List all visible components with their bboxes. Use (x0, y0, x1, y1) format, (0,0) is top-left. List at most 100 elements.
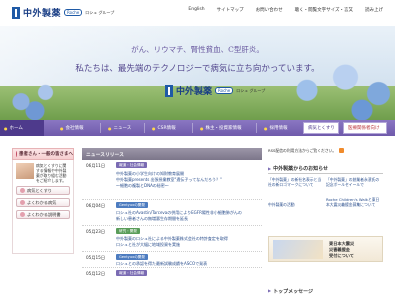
patients-sidebar: 患者さん・一般の皆さまへ 病気とくすりに関する情報や中外製薬が取り組む活動をご紹… (12, 148, 74, 254)
heart-icon (16, 151, 17, 157)
hero-roche-badge: Roche (215, 87, 234, 94)
disease-medicine-link[interactable]: 病気とくすり (16, 186, 70, 195)
company-name: 中外製薬 (23, 9, 62, 19)
news-link[interactable]: 中外製薬の小学生向けの知財教育展開 (116, 171, 184, 176)
announcements-list: 「中外製薬」の新社名表示と当社の新ロゴマークについて 中外製薬の活動 「中外製薬… (268, 174, 383, 232)
news-date: 05月12日 (86, 271, 106, 276)
nav-label: CSR情報 (157, 126, 176, 131)
news-category-badge: 報道・社会情報 (116, 270, 148, 276)
announcements-heading: ▶ 中外製薬からのお知らせ (268, 164, 383, 174)
news-category-badge: 研究・開発 (116, 228, 140, 234)
news-link[interactable]: 中外製薬のロシュ社による中外製薬株式会社の特許査定を取得 (116, 236, 228, 241)
nav-recruit[interactable]: ● 採用情報 (260, 120, 300, 136)
news-category-badge: Gentyuxの開発 (116, 202, 148, 208)
patients-body: 病気とくすりに関する情報や中外製薬が取り組む活動をご紹介します。 病気とくすり … (12, 160, 74, 254)
nav-divider (256, 123, 257, 133)
hero-banner: がん、リウマチ、腎性貧血、C型肝炎。 私たちは、最先端のテクノロジーで病気に立ち… (0, 26, 395, 120)
bullet-icon: ● (4, 125, 8, 131)
rss-icon (339, 148, 345, 153)
hero-subheadline: 私たちは、最先端のテクノロジーで病気に立ち向かっています。 (75, 64, 320, 74)
news-item: 06月04日 Gentyuxの開発 ロシュ社のAvastin/Tarcevaの併… (82, 200, 262, 226)
link-accessibility[interactable]: 聴く・閲覧文字サイズ・言又 (295, 7, 353, 13)
news-releases: ニュースリリース 06月11日 報道・社会情報 中外製薬の小学生向けの知財教育展… (82, 148, 262, 280)
news-link[interactable]: 新しい患者さんの無増悪生存期間を延長 (116, 216, 188, 221)
news-link[interactable]: 中外製薬presents 出張授業教室"遺伝子ってなんだろう？" (116, 177, 222, 182)
button-label: よくわかる説明書 (27, 211, 61, 217)
nav-news[interactable]: ● ニュース (104, 120, 144, 136)
nav-label: ホーム (9, 126, 23, 131)
news-item: 06月11日 報道・社会情報 中外製薬の小学生向けの知財教育展開 中外製薬pre… (82, 160, 262, 200)
top-header: 中外製薬 Roche ロシュ グループ English サイトマップ お問い合わ… (0, 0, 395, 26)
understand-disease-link[interactable]: よくわかる病気 (16, 198, 70, 207)
top-message-heading[interactable]: ▶ トップメッセージ (268, 288, 313, 295)
bullet-icon: ● (60, 125, 64, 131)
announcement-link[interactable]: 「中外製薬」の新社名表示と当社の新ロゴマークについて (268, 177, 322, 187)
news-link[interactable]: ～細胞の複製とDNAの秘密～ (116, 183, 169, 188)
nav-company[interactable]: ● 会社情報 (56, 120, 100, 136)
nav-divider (144, 123, 145, 133)
rss-text: RSS配信の利用方法からご覧ください。 (268, 148, 337, 153)
news-item: 05月15日 Gentyuxの開発 ロシュとの承認を得た最新試験成績をASCOで… (82, 252, 262, 268)
hero-group-label: ロシュ グループ (236, 87, 266, 93)
nav-divider (100, 123, 101, 133)
announcement-link[interactable]: 「中外製薬」の創業者永濱氏の記念ボールセイールで (326, 177, 382, 187)
news-date: 05月23日 (86, 229, 106, 234)
news-date: 06月11日 (86, 163, 106, 168)
link-read-aloud[interactable]: 読み上げ (365, 7, 383, 13)
announcements-title: 中外製薬からのお知らせ (273, 166, 328, 172)
nav-csr[interactable]: ● CSR情報 (148, 120, 192, 136)
banner-line: 受付について (329, 253, 354, 258)
patients-header: 患者さん・一般の皆さまへ (12, 148, 74, 160)
nav-label: 会社情報 (65, 126, 84, 131)
nav-home[interactable]: ● ホーム (0, 120, 44, 136)
link-contact[interactable]: お問い合わせ (256, 7, 283, 13)
document-icon (20, 212, 25, 217)
news-link[interactable]: ロシュ社のAvastin/Tarcevaの併用によりEGFR陽性非小細胞肺がんの (116, 210, 242, 215)
news-item: 05月12日 報道・社会情報 (82, 268, 262, 280)
medical-professionals-button[interactable]: 医療関係者向け (343, 122, 387, 134)
bullet-icon: ● (152, 125, 156, 131)
nav-label: ニュース (113, 126, 132, 131)
chugai-logo-icon (12, 6, 20, 19)
bullet-icon: ● (108, 125, 112, 131)
link-sitemap[interactable]: サイトマップ (217, 7, 244, 13)
news-category-badge: Gentyuxの開発 (116, 254, 148, 260)
hero-logo: 中外製薬 Roche ロシュ グループ (165, 84, 265, 97)
roche-group-label: ロシュ グループ (85, 9, 115, 15)
hero-company-name: 中外製薬 (176, 87, 213, 97)
announcement-link[interactable]: 中外製薬の活動 (268, 202, 322, 207)
triangle-bullet-icon: ▶ (268, 166, 272, 171)
triangle-bullet-icon: ▶ (268, 288, 272, 293)
right-sidebar: RSS配信の利用方法からご覧ください。 ▶ 中外製薬からのお知らせ 「中外製薬」… (268, 148, 383, 295)
pill-icon (20, 188, 25, 193)
hydrangea-left-image (0, 74, 70, 120)
patients-photo (16, 163, 34, 179)
announcement-link[interactable]: Roche Children's Walkと東日本大震災義援金募集について (326, 197, 382, 207)
instructions-link[interactable]: よくわかる説明書 (16, 210, 70, 219)
news-date: 06月04日 (86, 203, 106, 208)
nav-label: 採用情報 (269, 126, 288, 131)
disease-medicine-button[interactable]: 病気とくすり (303, 122, 339, 134)
chugai-logo-icon (165, 84, 173, 97)
hero-headline: がん、リウマチ、腎性貧血、C型肝炎。 (131, 45, 264, 54)
link-english[interactable]: English (188, 7, 204, 13)
main-navigation: ● ホーム ● 会社情報 ● ニュース ● CSR情報 ● 株主・投資家情報 ●… (0, 120, 395, 136)
patients-title: 患者さん・一般の皆さまへ (19, 152, 73, 157)
news-date: 05月15日 (86, 255, 106, 260)
news-item: 05月23日 研究・開発 中外製薬のロシュ社による中外製薬株式会社の特許査定を取… (82, 226, 262, 252)
news-link[interactable]: ロシュと社が大幅に地域投資を実施 (116, 242, 180, 247)
book-icon (20, 200, 25, 205)
company-logo[interactable]: 中外製薬 Roche ロシュ グループ (12, 6, 114, 19)
bullet-icon: ● (200, 125, 204, 131)
earthquake-donation-banner[interactable]: 東日本大震災 災害義援金 受付について (268, 236, 383, 262)
utility-links: English サイトマップ お問い合わせ 聴く・閲覧文字サイズ・言又 読み上げ (188, 7, 383, 13)
button-label: よくわかる病気 (27, 199, 57, 205)
nav-divider (192, 123, 193, 133)
rss-notice[interactable]: RSS配信の利用方法からご覧ください。 (268, 148, 383, 164)
roche-badge: Roche (64, 9, 83, 16)
nav-investors[interactable]: ● 株主・投資家情報 (196, 120, 256, 136)
news-category-badge: 報道・社会情報 (116, 162, 148, 168)
button-label: 病気とくすり (27, 187, 52, 193)
banner-image (273, 240, 323, 259)
news-link[interactable]: ロシュとの承認を得た最新試験成績をASCOで発表 (116, 261, 207, 266)
